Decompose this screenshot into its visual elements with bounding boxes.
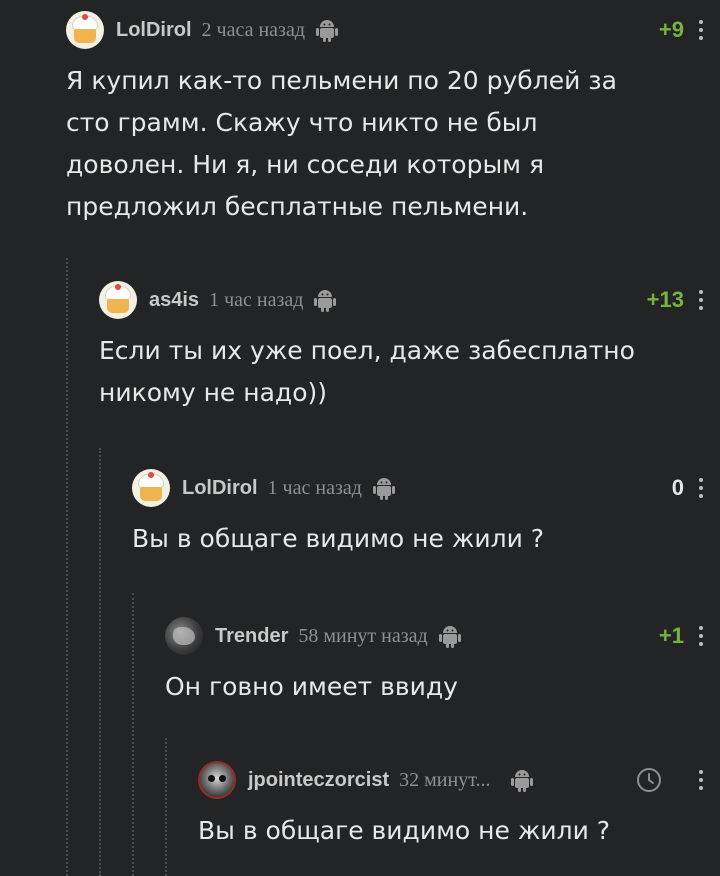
more-vertical-icon[interactable] xyxy=(694,623,708,649)
timestamp: 32 минут... xyxy=(399,768,491,791)
comment-rating: +9 xyxy=(658,17,684,42)
more-vertical-icon[interactable] xyxy=(694,475,708,501)
username[interactable]: Trender xyxy=(215,625,288,648)
username[interactable]: LolDirol xyxy=(116,19,192,42)
cake-avatar[interactable] xyxy=(66,11,104,49)
comment-header: LolDirol 1 час назад 0 xyxy=(132,468,720,508)
comment-header: Trender 58 минут назад +1 xyxy=(165,616,720,656)
comment: jpointeczorcist 32 минут... Вы в общаге … xyxy=(198,760,720,852)
more-vertical-icon[interactable] xyxy=(694,287,708,313)
clock-icon xyxy=(637,768,661,792)
more-vertical-icon[interactable] xyxy=(694,17,708,43)
comment: LolDirol 2 часа назад +9 Я купил как-то … xyxy=(66,10,720,228)
skull-avatar[interactable] xyxy=(198,761,236,799)
timestamp: 1 час назад xyxy=(267,476,362,499)
cake-avatar[interactable] xyxy=(99,281,137,319)
more-vertical-icon[interactable] xyxy=(694,767,708,793)
android-icon xyxy=(372,478,395,500)
comment-text: Вы в общаге видимо не жили ? xyxy=(132,524,545,553)
thread-line-level-3 xyxy=(132,593,134,876)
username[interactable]: LolDirol xyxy=(182,477,258,500)
thread-line-level-2 xyxy=(99,448,101,876)
android-icon xyxy=(438,626,461,648)
timestamp: 2 часа назад xyxy=(201,18,306,41)
cake-avatar[interactable] xyxy=(132,469,170,507)
thread-line-level-1 xyxy=(66,258,68,876)
comment-rating: +1 xyxy=(658,623,684,648)
comment-rating: 0 xyxy=(671,475,684,500)
comment-header: as4is 1 час назад +13 xyxy=(99,280,720,320)
comment-text: Если ты их уже поел, даже забесплатно ни… xyxy=(99,336,635,407)
comment-rating: +13 xyxy=(646,287,684,312)
username[interactable]: as4is xyxy=(149,289,199,312)
thread-line-level-4 xyxy=(165,738,167,876)
comment: LolDirol 1 час назад 0 Вы в общаге видим… xyxy=(132,468,720,560)
comment: Trender 58 минут назад +1 Он говно имеет… xyxy=(165,616,720,708)
comment-header: jpointeczorcist 32 минут... xyxy=(198,760,720,800)
android-icon xyxy=(316,20,339,42)
comment-text: Я купил как-то пельмени по 20 рублей за … xyxy=(66,66,617,221)
comment-text: Он говно имеет ввиду xyxy=(165,672,458,701)
timestamp: 1 час назад xyxy=(209,288,304,311)
username[interactable]: jpointeczorcist xyxy=(248,769,389,792)
photo-avatar[interactable] xyxy=(165,617,203,655)
android-icon xyxy=(314,290,337,312)
comment-text: Вы в общаге видимо не жили ? xyxy=(198,816,611,845)
comment-header: LolDirol 2 часа назад +9 xyxy=(66,10,720,50)
comment: as4is 1 час назад +13 Если ты их уже пое… xyxy=(99,280,720,414)
timestamp: 58 минут назад xyxy=(298,624,428,647)
android-icon xyxy=(511,770,534,792)
